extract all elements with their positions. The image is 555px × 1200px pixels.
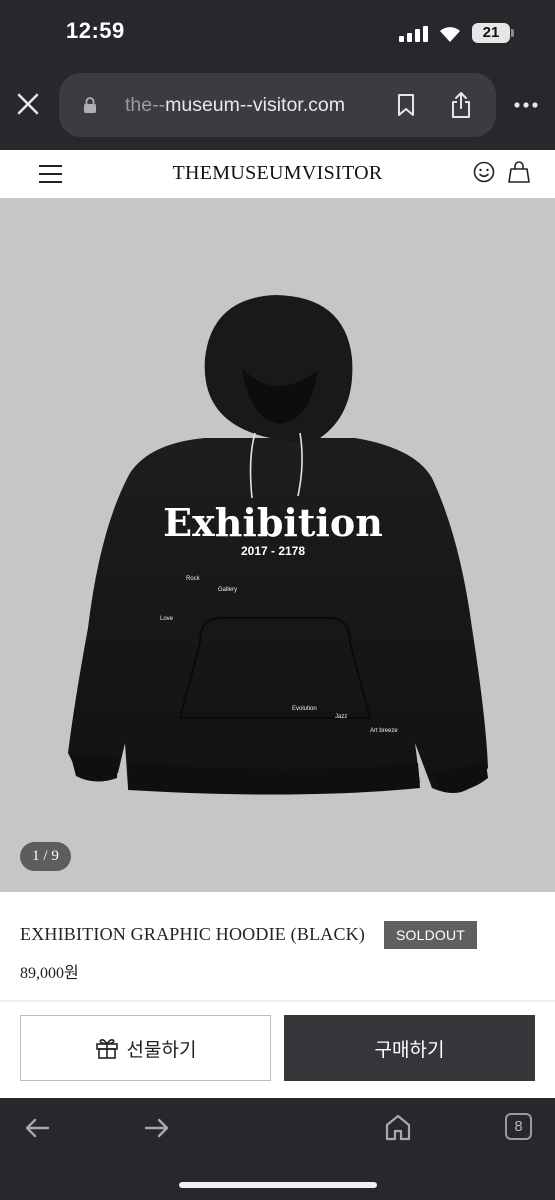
brand-logo[interactable]: THEMUSEUMVISITOR xyxy=(0,162,555,185)
buy-button[interactable]: 구매하기 xyxy=(284,1015,535,1081)
home-indicator xyxy=(179,1182,377,1188)
more-options-icon[interactable] xyxy=(513,101,539,109)
gift-icon xyxy=(95,1038,118,1059)
wifi-icon xyxy=(440,27,460,42)
battery-level: 21 xyxy=(482,24,500,41)
gift-button[interactable]: 선물하기 xyxy=(20,1015,271,1081)
graphic-title: Exhibition xyxy=(163,500,383,545)
account-icon[interactable] xyxy=(473,161,495,183)
product-name: EXHIBITION GRAPHIC HOODIE (BLACK) xyxy=(20,924,366,944)
status-bar: 12:59 21 xyxy=(0,0,555,66)
hoodie-body xyxy=(68,438,488,793)
graphic-years: 2017 - 2178 xyxy=(241,544,305,558)
browser-chrome: 12:59 21 the--museum--visitor.com xyxy=(0,0,555,150)
close-icon[interactable] xyxy=(15,91,41,117)
browser-toolbar: 8 xyxy=(0,1098,555,1200)
home-icon[interactable] xyxy=(384,1113,412,1141)
graphic-word-art-breeze: Art breeze xyxy=(370,728,398,734)
status-time: 12:59 xyxy=(66,18,125,43)
site-header: THEMUSEUMVISITOR xyxy=(0,150,555,198)
graphic-word-love: Love xyxy=(160,616,174,622)
lock-icon xyxy=(84,97,96,113)
shopping-bag-icon[interactable] xyxy=(508,160,530,184)
forward-arrow-icon[interactable] xyxy=(144,1118,170,1138)
url-domain: museum--visitor.com xyxy=(165,94,345,116)
soldout-badge: SOLDOUT xyxy=(384,921,477,949)
tabs-button[interactable]: 8 xyxy=(505,1113,532,1140)
bookmark-icon[interactable] xyxy=(396,93,416,117)
divider xyxy=(0,1000,555,1002)
battery-cap xyxy=(511,29,514,37)
graphic-word-gallery: Gallery xyxy=(218,587,237,593)
graphic-word-rock: Rock xyxy=(186,576,201,582)
url-prefix: the-- xyxy=(125,94,166,116)
url-text[interactable]: the--museum--visitor.com xyxy=(125,94,345,117)
hoodie-photo: Exhibition 2017 - 2178 Rock Gallery Love… xyxy=(68,295,488,795)
share-icon[interactable] xyxy=(450,91,472,119)
graphic-word-evolution: Evolution xyxy=(292,706,317,712)
battery-indicator: 21 xyxy=(472,23,510,43)
cellular-signal-icon xyxy=(399,26,428,42)
back-arrow-icon[interactable] xyxy=(24,1118,50,1138)
product-price: 89,000원 xyxy=(20,965,79,982)
product-info: EXHIBITION GRAPHIC HOODIE (BLACK) SOLDOU… xyxy=(0,892,555,1000)
graphic-word-jazz: Jazz xyxy=(335,714,347,720)
image-pager: 1 / 9 xyxy=(20,842,71,871)
product-image[interactable]: Exhibition 2017 - 2178 Rock Gallery Love… xyxy=(0,198,555,892)
gift-button-label: 선물하기 xyxy=(126,1039,197,1061)
buy-button-label: 구매하기 xyxy=(374,1039,445,1061)
address-bar[interactable]: the--museum--visitor.com xyxy=(59,73,496,137)
